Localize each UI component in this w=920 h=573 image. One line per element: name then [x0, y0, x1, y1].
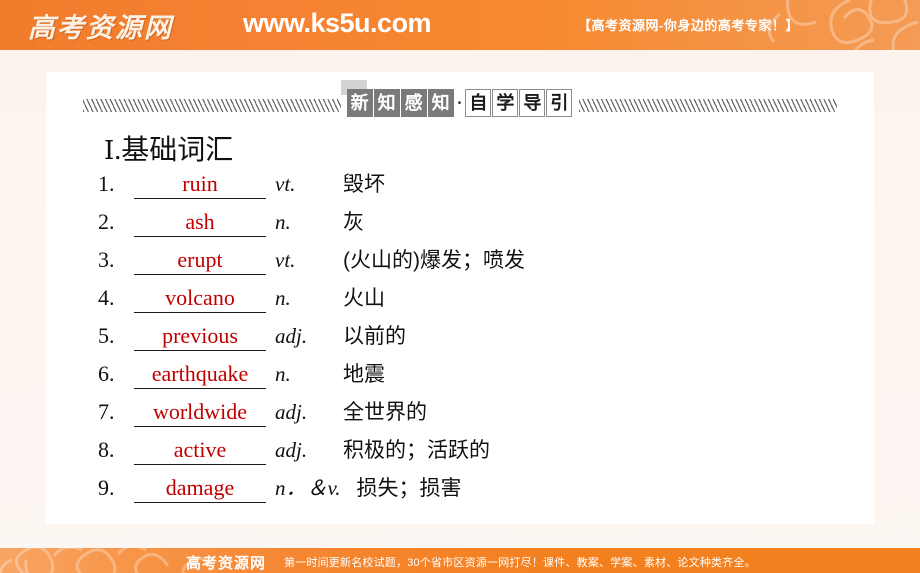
- vocab-part-of-speech: adj.: [275, 324, 308, 348]
- vocab-answer-blank[interactable]: volcano: [134, 285, 266, 313]
- vocab-definition: 全世界的: [343, 401, 427, 424]
- title-chip-light-0: 自: [465, 89, 492, 117]
- title-chip-dark-3: 知: [427, 89, 454, 117]
- list-item: 5. previous adj. 以前的: [98, 320, 868, 358]
- page-title: Ⅰ.基础词汇: [104, 128, 233, 168]
- title-chip-light-1: 学: [492, 89, 519, 117]
- vocab-definition: (火山的)爆发；喷发: [343, 249, 525, 272]
- hatch-divider-left: [82, 98, 341, 112]
- vocab-number: 9.: [98, 475, 115, 500]
- vocab-part-of-speech: vt.: [275, 172, 296, 196]
- vocab-answer-blank[interactable]: ash: [134, 209, 266, 237]
- top-banner: 高考资源网 www.ks5u.com 【高考资源网-你身边的高考专家！】: [0, 0, 920, 50]
- vocab-answer-blank[interactable]: ruin: [134, 171, 266, 199]
- title-chip-dark-1: 知: [373, 89, 400, 117]
- vocab-part-of-speech: adj.: [275, 438, 308, 462]
- vocab-answer-blank[interactable]: previous: [134, 323, 266, 351]
- vocab-number: 2.: [98, 209, 115, 234]
- banner-tagline: 【高考资源网-你身边的高考专家！】: [578, 18, 799, 33]
- vocab-definition: 毁坏: [343, 173, 385, 196]
- vocab-definition: 积极的；活跃的: [343, 439, 490, 462]
- vocab-answer-blank[interactable]: earthquake: [134, 361, 266, 389]
- vocab-definition: 地震: [343, 363, 385, 386]
- vocab-part-of-speech: n.: [275, 210, 291, 234]
- title-separator: ·: [456, 93, 463, 112]
- vocab-definition: 以前的: [343, 325, 406, 348]
- vocab-definition: 火山: [343, 287, 385, 310]
- vocab-part-of-speech: adj.: [275, 400, 308, 424]
- footer-bar: 高考资源网 第一时间更新名校试题，30个省市区资源一网打尽！课件、教案、学案、素…: [0, 548, 920, 573]
- vocab-number: 5.: [98, 323, 115, 348]
- section-title-band: 新 知 感 知 · 自 学 导 引: [46, 80, 874, 120]
- content-panel: 新 知 感 知 · 自 学 导 引 Ⅰ.基础词汇 1. ruin vt. 毁坏: [46, 72, 874, 524]
- footer-tagline: 第一时间更新名校试题，30个省市区资源一网打尽！课件、教案、学案、素材、论文种类…: [284, 557, 756, 569]
- list-item: 8. active adj. 积极的；活跃的: [98, 434, 868, 472]
- vocab-number: 3.: [98, 247, 115, 272]
- vocab-number: 4.: [98, 285, 115, 310]
- vocab-number: 8.: [98, 437, 115, 462]
- list-item: 1. ruin vt. 毁坏: [98, 168, 868, 206]
- vocab-part-of-speech: vt.: [275, 248, 296, 272]
- page-background: 高考资源网 www.ks5u.com 【高考资源网-你身边的高考专家！】 新 知…: [0, 0, 920, 573]
- section-roman-numeral: Ⅰ: [104, 136, 115, 165]
- list-item: 7. worldwide adj. 全世界的: [98, 396, 868, 434]
- title-chip-light-2: 导: [519, 89, 546, 117]
- vocab-definition: 灰: [343, 211, 364, 234]
- banner-url: www.ks5u.com: [243, 8, 432, 38]
- title-chip-dark-2: 感: [400, 89, 427, 117]
- list-item: 6. earthquake n. 地震: [98, 358, 868, 396]
- vocab-number: 6.: [98, 361, 115, 386]
- banner-logo: 高考资源网: [28, 13, 173, 43]
- vocab-number: 1.: [98, 171, 115, 196]
- vocab-answer-blank[interactable]: damage: [134, 475, 266, 503]
- title-chip-light-3: 引: [546, 89, 573, 117]
- list-item: 2. ash n. 灰: [98, 206, 868, 244]
- vocab-part-of-speech: n．＆v.: [275, 476, 341, 500]
- vocabulary-list: 1. ruin vt. 毁坏 2. ash n. 灰 3. erupt vt. …: [98, 168, 868, 510]
- vocab-number: 7.: [98, 399, 115, 424]
- vocab-answer-blank[interactable]: active: [134, 437, 266, 465]
- vocab-answer-blank[interactable]: erupt: [134, 247, 266, 275]
- vocab-answer-blank[interactable]: worldwide: [134, 399, 266, 427]
- list-item: 9. damage n．＆v. 损失；损害: [98, 472, 868, 510]
- title-chip-dark-0: 新: [346, 89, 373, 117]
- title-chip-group: 新 知 感 知 · 自 学 导 引: [340, 80, 574, 117]
- vocab-part-of-speech: n.: [275, 362, 291, 386]
- list-item: 3. erupt vt. (火山的)爆发；喷发: [98, 244, 868, 282]
- vocab-definition: 损失；损害: [356, 477, 462, 500]
- section-heading-label: 基础词汇: [121, 135, 234, 166]
- vocab-part-of-speech: n.: [275, 286, 291, 310]
- hatch-divider-right: [579, 98, 838, 112]
- footer-logo: 高考资源网: [186, 556, 267, 572]
- list-item: 4. volcano n. 火山: [98, 282, 868, 320]
